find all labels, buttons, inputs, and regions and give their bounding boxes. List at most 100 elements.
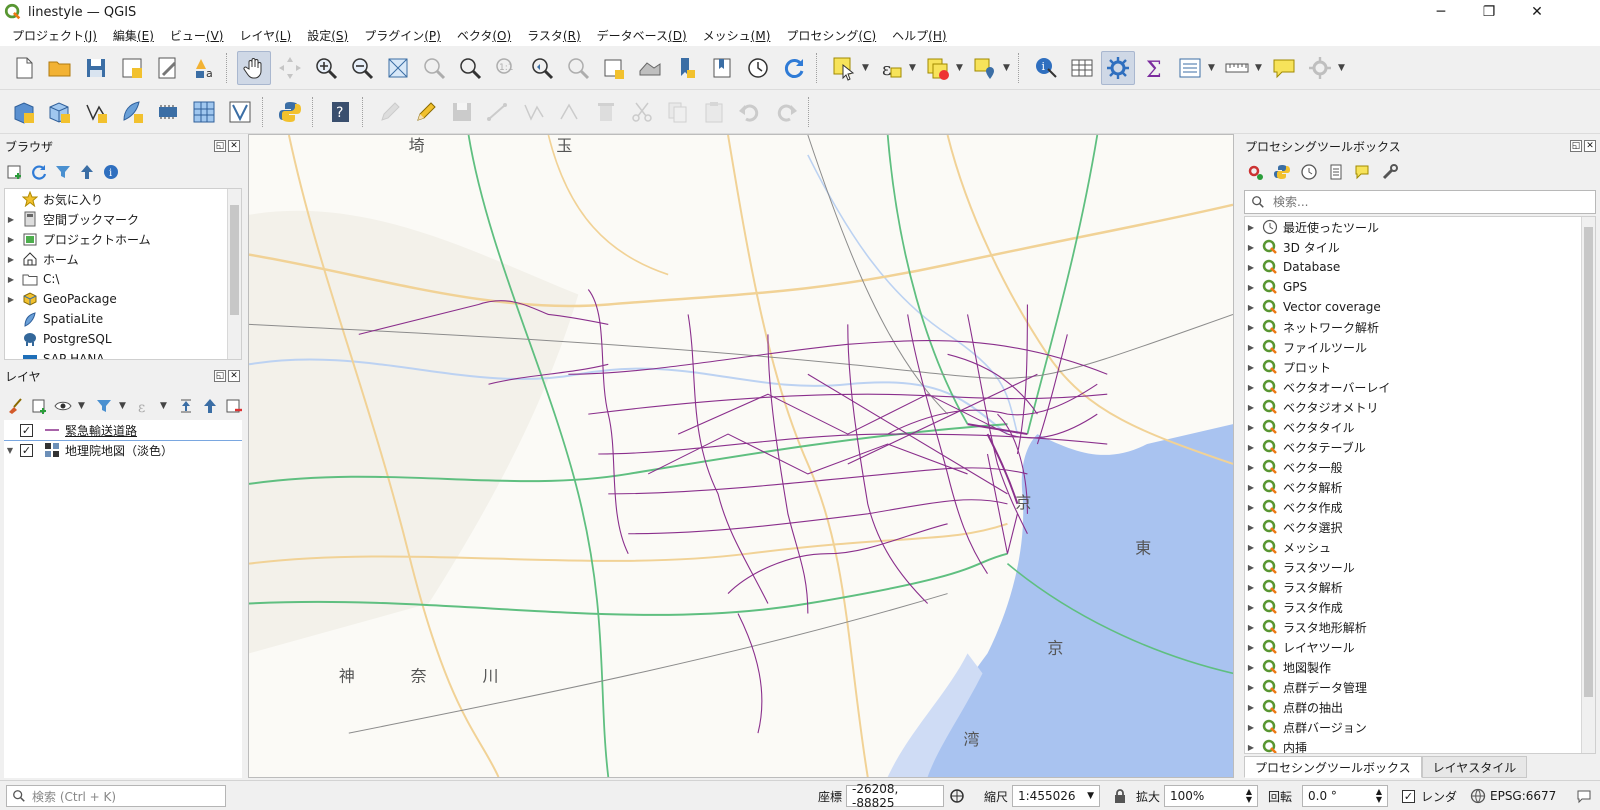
expand-arrow-icon[interactable]: ▶ [5, 275, 17, 284]
delete-selected-button[interactable] [589, 95, 623, 129]
save-as-button[interactable] [115, 51, 149, 85]
measure-dropdown-icon[interactable]: ▼ [1255, 63, 1263, 73]
style-manager-button[interactable]: a [187, 51, 221, 85]
toolbox-group[interactable]: ▶ ラスタツール [1245, 557, 1595, 577]
history-clock-icon[interactable] [1300, 163, 1318, 181]
toolbox-group[interactable]: ▶ ベクタ一般 [1245, 457, 1595, 477]
cut-features-button[interactable] [625, 95, 659, 129]
measure-line-button[interactable] [1220, 51, 1254, 85]
menu-item[interactable]: プロセシング(C) [778, 27, 884, 44]
rotation-spinbox[interactable]: 0.0 ° ▲ ▼ [1302, 785, 1388, 807]
temporal-controller-button[interactable] [741, 51, 775, 85]
browser-item[interactable]: ▶ GeoPackage [5, 289, 241, 309]
data-source-manager-button[interactable] [7, 95, 41, 129]
settings-gear-button[interactable] [1303, 51, 1337, 85]
menu-item[interactable]: ビュー(V) [162, 27, 232, 44]
layer-item[interactable]: ✓ 緊急輸送道路 [4, 420, 242, 441]
expression-filter-icon[interactable]: ε [136, 397, 154, 415]
zoom-native-button[interactable]: 1:1 [489, 51, 523, 85]
menu-item[interactable]: ラスタ(R) [519, 27, 588, 44]
pan-map-button[interactable] [237, 50, 271, 85]
toolbox-group[interactable]: ▶ ラスタ作成 [1245, 597, 1595, 617]
toggle-extents-button[interactable] [948, 786, 966, 806]
menu-item[interactable]: ベクタ(O) [449, 27, 519, 44]
new-spatialite-button[interactable] [115, 95, 149, 129]
collapse-all-icon[interactable] [201, 397, 219, 415]
new-project-button[interactable] [7, 51, 41, 85]
expand-arrow-icon[interactable]: ▶ [1245, 343, 1257, 352]
float-panel-button[interactable]: ◱ [214, 140, 226, 152]
browser-item[interactable]: SAP HANA [5, 349, 241, 359]
expand-arrow-icon[interactable]: ▶ [1245, 443, 1257, 452]
tab-layer-style[interactable]: レイヤスタイル [1421, 756, 1528, 778]
render-checkbox[interactable]: ✓ [1402, 789, 1415, 803]
map-tips-button[interactable] [1267, 51, 1301, 85]
expand-arrow-icon[interactable]: ▶ [1245, 423, 1257, 432]
toggle-editing-button[interactable] [409, 95, 443, 129]
add-selected-layers-icon[interactable] [6, 163, 24, 181]
scrollbar-thumb[interactable] [230, 205, 239, 315]
locator-search[interactable]: 検索 (Ctrl + K) [6, 785, 226, 807]
expand-arrow-icon[interactable]: ▶ [1245, 603, 1257, 612]
edit-features-icon[interactable] [1354, 163, 1372, 181]
zoom-in-button[interactable] [309, 51, 343, 85]
toolbox-scrollbar[interactable] [1581, 217, 1595, 753]
open-project-button[interactable] [43, 51, 77, 85]
settings-dropdown-icon[interactable]: ▼ [1338, 63, 1346, 73]
maximize-button[interactable]: ❐ [1466, 0, 1512, 24]
style-brush-icon[interactable] [6, 397, 24, 415]
toolbox-group[interactable]: ▶ レイヤツール [1245, 637, 1595, 657]
new-virtual-layer-button[interactable] [151, 95, 185, 129]
expand-arrow-icon[interactable]: ▶ [5, 215, 17, 224]
models-gear-icon[interactable] [1246, 163, 1264, 181]
toolbox-group[interactable]: ▶ メッシュ [1245, 537, 1595, 557]
pan-to-selection-button[interactable] [273, 51, 307, 85]
deselect-dropdown-icon[interactable]: ▼ [956, 63, 964, 73]
processing-toolbox-button[interactable] [1101, 50, 1135, 85]
new-geopackage-button[interactable] [43, 95, 77, 129]
expand-arrow-icon[interactable]: ▶ [1245, 663, 1257, 672]
menu-item[interactable]: ヘルプ(H) [884, 27, 954, 44]
select-dropdown-icon[interactable]: ▼ [862, 63, 870, 73]
new-shapefile-button[interactable] [79, 95, 113, 129]
menu-item[interactable]: 設定(S) [299, 27, 356, 44]
zoom-next-button[interactable] [561, 51, 595, 85]
close-button[interactable]: ✕ [1514, 0, 1560, 24]
browser-item[interactable]: ▶ 空間ブックマーク [5, 209, 241, 229]
vertex-tool-button[interactable] [517, 95, 551, 129]
toolbox-group[interactable]: ▶ 点群の抽出 [1245, 697, 1595, 717]
location-dropdown-icon[interactable]: ▼ [1003, 63, 1011, 73]
browser-item[interactable]: PostgreSQL [5, 329, 241, 349]
new-bookmark-button[interactable] [669, 51, 703, 85]
help-button[interactable]: ? [323, 95, 357, 129]
expand-arrow-icon[interactable]: ▶ [1245, 623, 1257, 632]
filter-icon[interactable] [54, 163, 72, 181]
magnifier-spinbox[interactable]: 100% ▲ ▼ [1164, 785, 1258, 807]
browser-item[interactable]: ▶ C:\ [5, 269, 241, 289]
browser-item[interactable]: SpatiaLite [5, 309, 241, 329]
zoom-last-button[interactable] [525, 51, 559, 85]
map-canvas[interactable]: 埼 玉 神 奈 川 東 京 京 湾 [248, 134, 1234, 778]
scrollbar-thumb[interactable] [1584, 227, 1593, 697]
redo-button[interactable] [769, 95, 803, 129]
lock-scale-button[interactable] [1112, 786, 1128, 806]
modify-attributes-button[interactable] [553, 95, 587, 129]
menu-item[interactable]: 編集(E) [105, 27, 162, 44]
menu-item[interactable]: プロジェクト(J) [4, 27, 105, 44]
add-group-icon[interactable] [30, 397, 48, 415]
expand-arrow-icon[interactable]: ▶ [1245, 303, 1257, 312]
toolbox-group[interactable]: ▶ ベクタ選択 [1245, 517, 1595, 537]
toolbox-group[interactable]: ▶ ファイルツール [1245, 337, 1595, 357]
statistics-button[interactable]: Σ [1137, 51, 1171, 85]
close-panel-button[interactable]: ✕ [1584, 140, 1596, 152]
coord-field[interactable]: -26208, -88825 [846, 782, 944, 810]
select-by-location-button[interactable] [968, 51, 1002, 85]
python-icon[interactable] [1273, 163, 1291, 181]
expression-filter-dropdown-icon[interactable]: ▼ [160, 401, 168, 411]
toolbox-search[interactable] [1244, 190, 1596, 214]
collapse-all-icon[interactable] [78, 163, 96, 181]
toolbox-group[interactable]: ▶ ベクタジオメトリ [1245, 397, 1595, 417]
expand-all-icon[interactable] [177, 397, 195, 415]
open-field-calculator-button[interactable] [1173, 51, 1207, 85]
expand-arrow-icon[interactable]: ▶ [1245, 263, 1257, 272]
